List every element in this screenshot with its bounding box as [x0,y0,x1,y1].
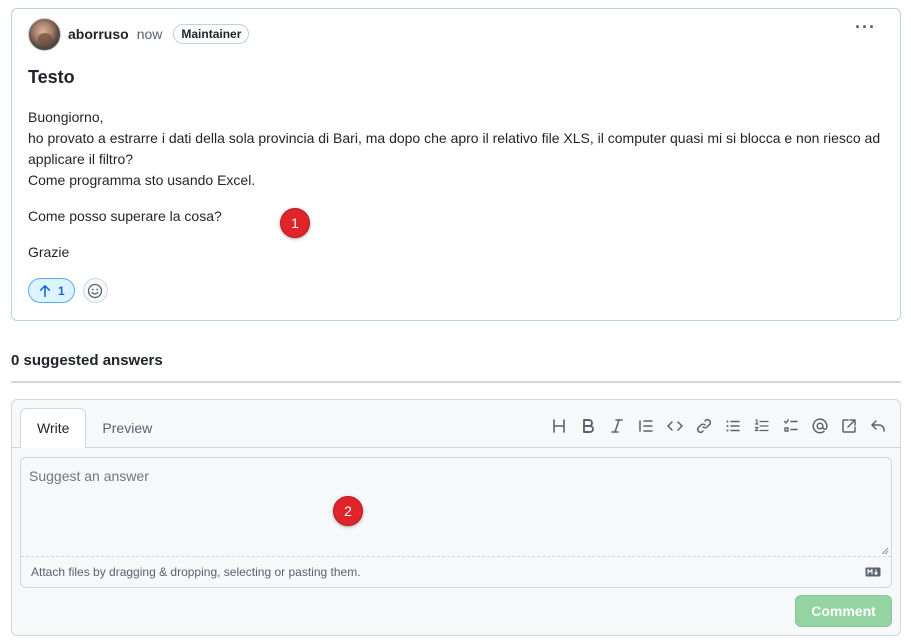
formatting-toolbar [549,415,888,437]
upvote-count: 1 [58,283,65,298]
tab-preview[interactable]: Preview [86,408,168,448]
mention-icon[interactable] [810,415,830,437]
body-paragraph: Come posso superare la cosa? [28,208,222,224]
cross-reference-icon[interactable] [839,415,859,437]
reply-icon[interactable] [868,415,888,437]
link-icon[interactable] [694,415,714,437]
annotation-marker-1: 1 [280,208,310,238]
upvote-button[interactable]: 1 [28,278,75,303]
avatar[interactable] [28,17,61,51]
attach-files-bar[interactable]: Attach files by dragging & dropping, sel… [21,556,891,587]
task-list-icon[interactable] [781,415,801,437]
role-badge: Maintainer [173,24,250,44]
answer-editor: Write Preview Attach files by dragging &… [11,399,901,636]
markdown-icon[interactable] [865,566,881,578]
post-body: Buongiorno, ho provato a estrarre i dati… [28,107,888,278]
ordered-list-icon[interactable] [752,415,772,437]
author-name[interactable]: aborruso [68,26,129,42]
discussion-post: aborruso now Maintainer ··· Testo Buongi… [11,8,901,321]
post-timestamp[interactable]: now [137,26,163,42]
code-icon[interactable] [665,415,685,437]
smiley-icon [88,283,103,298]
tab-write[interactable]: Write [20,408,87,448]
tab-divider [12,447,900,448]
post-title: Testo [28,67,75,87]
heading-icon[interactable] [549,415,569,437]
reactions-bar: 1 [28,278,108,303]
unordered-list-icon[interactable] [723,415,743,437]
editor-tabs: Write Preview [20,408,168,448]
annotation-marker-2: 2 [333,496,363,526]
bold-icon[interactable] [578,415,598,437]
italic-icon[interactable] [607,415,627,437]
post-header: aborruso now Maintainer [28,17,250,51]
answers-heading: 0 suggested answers [11,352,163,369]
body-paragraph: Buongiorno, ho provato a estrarre i dati… [28,109,881,188]
answer-input[interactable] [21,458,891,557]
divider [11,381,901,383]
more-options-icon[interactable]: ··· [855,18,876,36]
answer-textarea-container: Attach files by dragging & dropping, sel… [20,457,892,588]
arrow-up-icon [39,284,51,297]
body-paragraph: Grazie [28,244,70,260]
comment-button[interactable]: Comment [795,595,892,627]
add-reaction-button[interactable] [82,278,108,303]
quote-icon[interactable] [636,415,656,437]
resize-handle-icon[interactable] [880,546,889,555]
attach-hint: Attach files by dragging & dropping, sel… [31,565,361,579]
